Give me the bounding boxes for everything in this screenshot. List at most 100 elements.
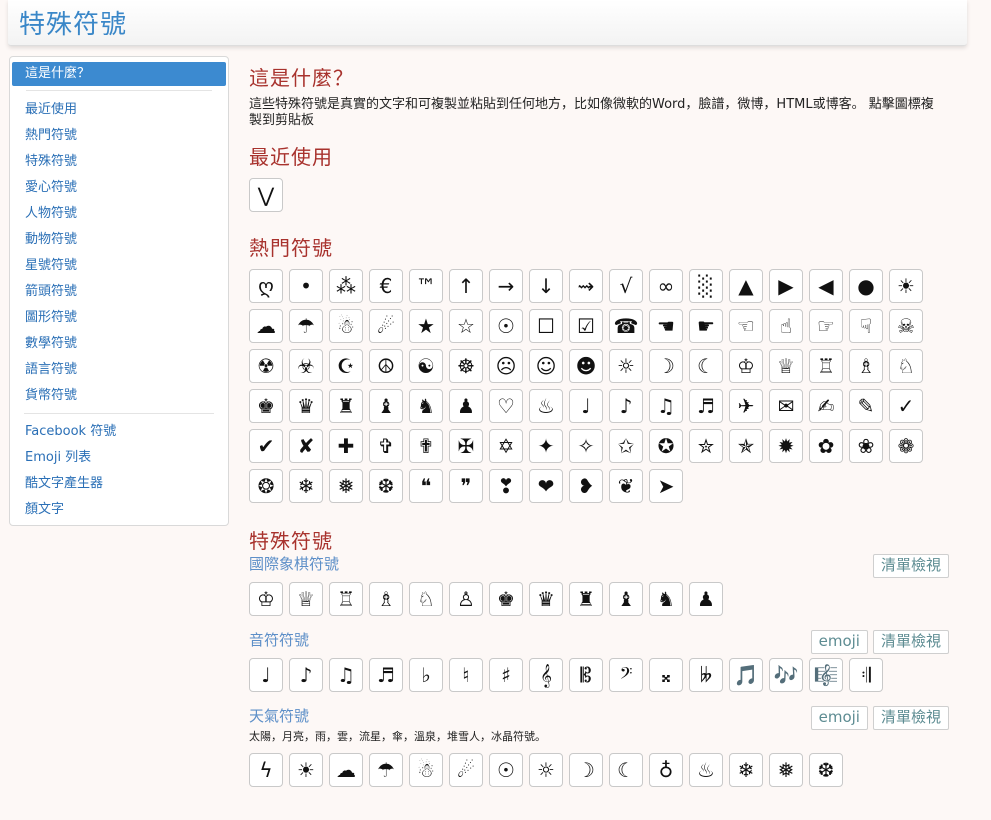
symbol-button[interactable]: ❅	[769, 753, 803, 787]
symbol-button[interactable]: ☎	[609, 309, 643, 343]
emoji-button[interactable]: emoji	[810, 706, 868, 730]
symbol-button[interactable]: ♕	[769, 349, 803, 383]
symbol-button[interactable]: ☻	[569, 349, 603, 383]
symbol-button[interactable]: ✎	[849, 389, 883, 423]
sidebar-item[interactable]: 愛心符號	[10, 175, 228, 201]
symbol-button[interactable]: ☞	[809, 309, 843, 343]
symbol-button[interactable]: ❅	[329, 469, 363, 503]
symbol-button[interactable]: ☃	[409, 753, 443, 787]
symbol-button[interactable]: ☆	[449, 309, 483, 343]
symbol-button[interactable]: ➤	[649, 469, 683, 503]
symbol-button[interactable]: ♁	[649, 753, 683, 787]
symbol-button[interactable]: ▲	[729, 269, 763, 303]
symbol-button[interactable]: ✉	[769, 389, 803, 423]
symbol-button[interactable]: ♩	[569, 389, 603, 423]
symbol-button[interactable]: ☾	[689, 349, 723, 383]
symbol-button[interactable]: ⋁	[249, 178, 283, 212]
symbol-button[interactable]: ♫	[329, 658, 363, 692]
symbol-button[interactable]: ❆	[369, 469, 403, 503]
symbol-button[interactable]: ☂	[289, 309, 323, 343]
symbol-button[interactable]: ♭	[409, 658, 443, 692]
symbol-button[interactable]: ☠	[889, 309, 923, 343]
symbol-button[interactable]: ☀	[289, 753, 323, 787]
sidebar-item[interactable]: 數學符號	[10, 331, 228, 357]
symbol-button[interactable]: ✈	[729, 389, 763, 423]
symbol-button[interactable]: ☄	[449, 753, 483, 787]
symbol-button[interactable]: ✦	[529, 429, 563, 463]
symbol-button[interactable]: ♘	[409, 582, 443, 616]
symbol-button[interactable]: ♔	[249, 582, 283, 616]
sidebar-link[interactable]: 顏文字	[10, 497, 228, 523]
symbol-button[interactable]: ♔	[729, 349, 763, 383]
sidebar-item[interactable]: 人物符號	[10, 201, 228, 227]
symbol-button[interactable]: ♟	[449, 389, 483, 423]
symbol-button[interactable]: ♖	[809, 349, 843, 383]
sidebar-item-what[interactable]: 這是什麼？	[12, 62, 226, 86]
symbol-button[interactable]: ☣	[289, 349, 323, 383]
symbol-button[interactable]: ☼	[609, 349, 643, 383]
symbol-button[interactable]: ☢	[249, 349, 283, 383]
symbol-button[interactable]: ♪	[289, 658, 323, 692]
symbol-button[interactable]: ★	[409, 309, 443, 343]
symbol-button[interactable]: ♬	[369, 658, 403, 692]
sidebar-item[interactable]: 箭頭符號	[10, 279, 228, 305]
sidebar-item[interactable]: 語言符號	[10, 357, 228, 383]
symbol-button[interactable]: ☐	[529, 309, 563, 343]
site-title[interactable]: 特殊符號	[19, 4, 127, 41]
symbol-button[interactable]: ♕	[289, 582, 323, 616]
symbol-button[interactable]: ✹	[769, 429, 803, 463]
symbol-button[interactable]: ♪	[609, 389, 643, 423]
symbol-button[interactable]: ♝	[369, 389, 403, 423]
symbol-button[interactable]: ✔	[249, 429, 283, 463]
symbol-button[interactable]: ✠	[449, 429, 483, 463]
symbol-button[interactable]: ☜	[729, 309, 763, 343]
symbol-button[interactable]: ❣	[489, 469, 523, 503]
symbol-button[interactable]: ☀	[889, 269, 923, 303]
symbol-button[interactable]: ☪	[329, 349, 363, 383]
symbol-button[interactable]: ✿	[809, 429, 843, 463]
symbol-button[interactable]: 𝄇	[849, 658, 883, 692]
symbol-button[interactable]: ✟	[409, 429, 443, 463]
sidebar-item[interactable]: 特殊符號	[10, 149, 228, 175]
symbol-button[interactable]: ♜	[569, 582, 603, 616]
sidebar-item[interactable]: 最近使用	[10, 97, 228, 123]
symbol-button[interactable]: ♞	[649, 582, 683, 616]
symbol-button[interactable]: ❂	[249, 469, 283, 503]
symbol-button[interactable]: ♡	[489, 389, 523, 423]
symbol-button[interactable]: ☁	[249, 309, 283, 343]
symbol-button[interactable]: ☽	[569, 753, 603, 787]
symbol-button[interactable]: ♬	[689, 389, 723, 423]
symbol-button[interactable]: 🎵	[729, 658, 763, 692]
symbol-button[interactable]: ♖	[329, 582, 363, 616]
symbol-button[interactable]: ☉	[489, 309, 523, 343]
symbol-button[interactable]: ✯	[729, 429, 763, 463]
symbol-button[interactable]: ♯	[489, 658, 523, 692]
symbol-button[interactable]: ♝	[609, 582, 643, 616]
symbol-button[interactable]: ❦	[609, 469, 643, 503]
sidebar-item[interactable]: 圖形符號	[10, 305, 228, 331]
symbol-button[interactable]: 𝄡	[569, 658, 603, 692]
symbol-button[interactable]: ♟	[689, 582, 723, 616]
symbol-button[interactable]: ░	[689, 269, 723, 303]
symbol-button[interactable]: ™	[409, 269, 443, 303]
symbol-button[interactable]: 𝄞	[529, 658, 563, 692]
symbol-button[interactable]: ❀	[849, 429, 883, 463]
symbol-button[interactable]: ☃	[329, 309, 363, 343]
symbol-button[interactable]: ☹	[489, 349, 523, 383]
symbol-button[interactable]: ☛	[689, 309, 723, 343]
symbol-button[interactable]: ♘	[889, 349, 923, 383]
symbol-button[interactable]: ✡	[489, 429, 523, 463]
symbol-button[interactable]: ☂	[369, 753, 403, 787]
symbol-button[interactable]: ∞	[649, 269, 683, 303]
symbol-button[interactable]: ☺	[529, 349, 563, 383]
symbol-button[interactable]: →	[489, 269, 523, 303]
symbol-button[interactable]: ♗	[849, 349, 883, 383]
sidebar-item[interactable]: 動物符號	[10, 227, 228, 253]
symbol-button[interactable]: ♮	[449, 658, 483, 692]
symbol-button[interactable]: ✪	[649, 429, 683, 463]
symbol-button[interactable]: ⇝	[569, 269, 603, 303]
symbol-button[interactable]: ❤	[529, 469, 563, 503]
symbol-button[interactable]: ●	[849, 269, 883, 303]
symbol-button[interactable]: ♜	[329, 389, 363, 423]
sidebar-item[interactable]: 熱門符號	[10, 123, 228, 149]
